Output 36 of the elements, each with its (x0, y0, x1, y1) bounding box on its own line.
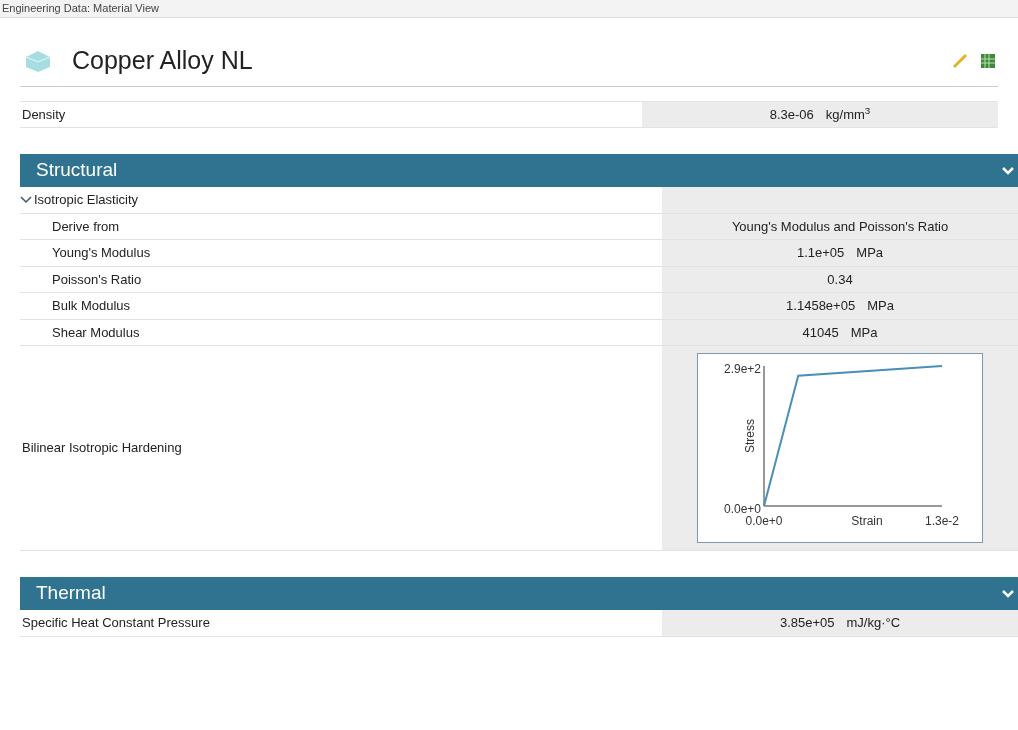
property-value: Young's Modulus and Poisson's Ratio (731, 217, 949, 236)
section-header[interactable]: Thermal (20, 577, 1018, 610)
property-value: 3.85e+05 (779, 614, 835, 632)
property-value: 1.1458e+05 (786, 297, 856, 315)
chevron-icon[interactable] (1002, 588, 1014, 599)
property-unit: mJ/kg·°C (846, 614, 901, 632)
property-name: Shear Modulus (52, 323, 140, 342)
window-title: Engineering Data: Material View (2, 1, 159, 17)
property-unit: MPa (867, 297, 894, 315)
property-name: Young's Modulus (52, 244, 151, 262)
book-icon[interactable] (980, 52, 996, 69)
section-header[interactable]: Structural (20, 154, 1018, 187)
property-name: Specific Heat Constant Pressure (22, 614, 210, 632)
y-tick-label: 2.9e+2 (723, 362, 761, 377)
property-name: Derive from (52, 217, 120, 236)
group-toggle[interactable]: Isotropic Elasticity (20, 190, 139, 210)
property-value: 8.3e-06 (769, 105, 814, 124)
y-axis-label: Stress (743, 419, 757, 453)
x-tick-label: 0.0e+0 (745, 514, 783, 528)
property-name: Density (22, 105, 66, 124)
chevron-icon (20, 194, 32, 205)
x-tick-label: 1.3e-2 (925, 514, 959, 528)
property-value: 41045 (802, 323, 839, 342)
property-unit: MPa (856, 244, 884, 262)
property-unit: kg/mm$^{3}$ (825, 104, 871, 124)
x-axis-label: Strain (851, 514, 883, 528)
property-name: Poisson's Ratio (52, 270, 142, 289)
y-tick-label: 0.0e+0 (723, 502, 761, 517)
material-name: Copper Alloy NL (72, 45, 254, 76)
property-name: Bilinear Isotropic Hardening (22, 439, 182, 458)
property-value: 0.34 (827, 270, 853, 289)
property-unit: MPa (850, 323, 878, 342)
property-value: 1.1e+05 (796, 244, 845, 262)
property-name: Bulk Modulus (52, 297, 131, 315)
chevron-icon[interactable] (1002, 165, 1014, 176)
cube-icon (24, 48, 52, 73)
